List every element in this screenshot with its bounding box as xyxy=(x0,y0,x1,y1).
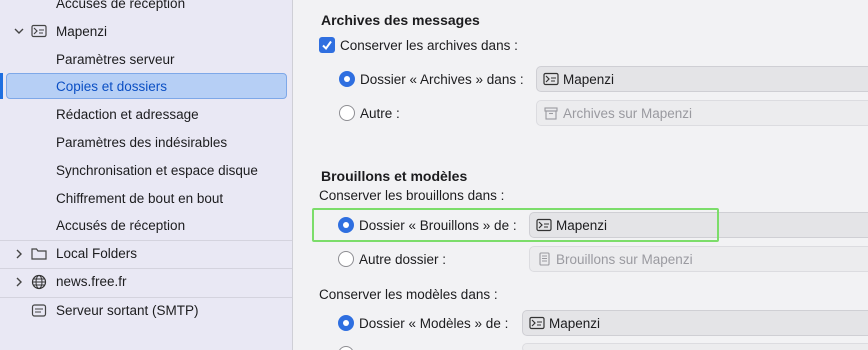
drafts-folder-option-label: Dossier « Brouillons » de : xyxy=(359,218,517,233)
sidebar-account-local-folders[interactable]: Local Folders xyxy=(0,240,292,266)
archives-other-folder-picker[interactable]: Archives sur Mapenzi xyxy=(536,100,868,126)
sidebar-item-label: Paramètres serveur xyxy=(56,51,175,67)
sidebar-item-label: Copies et dossiers xyxy=(56,78,168,94)
selection-indicator xyxy=(0,73,3,99)
drafts-other-folder-picker[interactable]: Brouillons sur Mapenzi xyxy=(529,246,868,272)
mail-account-icon xyxy=(543,72,559,86)
mail-account-icon xyxy=(529,316,545,330)
sidebar-item-label: Chiffrement de bout en bout xyxy=(56,190,224,206)
sidebar-item-label: Local Folders xyxy=(56,246,138,261)
sidebar-item-label: Accusés de réception xyxy=(56,217,186,233)
chevron-right-icon[interactable] xyxy=(12,247,26,261)
sidebar-account-mapenzi[interactable]: Mapenzi xyxy=(0,18,292,44)
sidebar-item-composition[interactable]: Rédaction et adressage xyxy=(0,101,292,127)
drafts-other-radio[interactable] xyxy=(338,251,354,267)
templates-other-folder-picker[interactable] xyxy=(522,343,868,350)
drafts-other-value: Brouillons sur Mapenzi xyxy=(556,251,693,267)
sidebar-item-label: news.free.fr xyxy=(56,274,127,289)
sidebar-item-label: Serveur sortant (SMTP) xyxy=(56,303,199,318)
templates-other-radio[interactable] xyxy=(338,346,354,350)
chevron-right-icon[interactable] xyxy=(12,275,26,289)
drafts-section-title: Brouillons et modèles xyxy=(321,168,468,184)
drafts-other-option-label: Autre dossier : xyxy=(359,252,447,267)
sidebar: Accusés de réception Mapenzi Paramètres … xyxy=(0,0,293,350)
mail-account-icon xyxy=(536,218,552,232)
sidebar-item-label: Accusés de réception xyxy=(56,0,186,11)
keep-archives-checkbox[interactable] xyxy=(319,37,335,53)
archives-account-picker[interactable]: Mapenzi xyxy=(536,66,868,92)
templates-folder-option-label: Dossier « Modèles » de : xyxy=(359,316,509,331)
sidebar-account-news[interactable]: news.free.fr xyxy=(0,268,292,294)
archives-other-radio[interactable] xyxy=(339,105,355,121)
mail-account-icon xyxy=(30,23,48,39)
sidebar-item-return-receipts[interactable]: Accusés de réception xyxy=(0,212,292,238)
sidebar-item-smtp[interactable]: Serveur sortant (SMTP) xyxy=(0,297,292,323)
sidebar-item-label: Synchronisation et espace disque xyxy=(56,162,258,178)
templates-folder-radio[interactable] xyxy=(338,315,354,331)
sidebar-item-junk-settings[interactable]: Paramètres des indésirables xyxy=(0,129,292,155)
drafts-account-picker[interactable]: Mapenzi xyxy=(529,212,868,238)
archives-other-option-label: Autre : xyxy=(360,106,400,121)
main-panel: Archives des messages Conserver les arch… xyxy=(294,0,868,350)
sidebar-item-server-settings[interactable]: Paramètres serveur xyxy=(0,46,292,72)
sidebar-item-label: Rédaction et adressage xyxy=(56,106,199,122)
archives-section-title: Archives des messages xyxy=(321,12,480,28)
drafts-folder-radio[interactable] xyxy=(338,217,354,233)
keep-templates-label: Conserver les modèles dans : xyxy=(319,287,498,302)
templates-account-value: Mapenzi xyxy=(549,315,601,331)
sidebar-item-return-receipts-prev[interactable]: Accusés de réception xyxy=(0,0,292,16)
archives-other-value: Archives sur Mapenzi xyxy=(563,105,693,121)
folder-icon xyxy=(30,246,48,262)
sidebar-item-label: Mapenzi xyxy=(56,23,108,39)
drafts-account-value: Mapenzi xyxy=(556,217,608,233)
archives-folder-option-label: Dossier « Archives » dans : xyxy=(360,72,524,87)
archives-folder-radio[interactable] xyxy=(339,71,355,87)
document-icon xyxy=(536,252,552,266)
sidebar-item-sync-storage[interactable]: Synchronisation et espace disque xyxy=(0,157,292,183)
keep-archives-label: Conserver les archives dans : xyxy=(340,38,518,53)
templates-account-picker[interactable]: Mapenzi xyxy=(522,310,868,336)
globe-icon xyxy=(30,274,48,290)
keep-drafts-label: Conserver les brouillons dans : xyxy=(319,188,505,203)
checkmark-icon xyxy=(322,40,332,51)
archive-box-icon xyxy=(543,106,559,120)
sidebar-item-copies-folders[interactable]: Copies et dossiers xyxy=(6,73,287,99)
outgoing-server-icon xyxy=(30,303,48,319)
archives-account-value: Mapenzi xyxy=(563,71,615,87)
sidebar-item-e2e-encryption[interactable]: Chiffrement de bout en bout xyxy=(0,185,292,211)
chevron-down-icon[interactable] xyxy=(12,24,26,38)
sidebar-item-label: Paramètres des indésirables xyxy=(56,134,228,150)
